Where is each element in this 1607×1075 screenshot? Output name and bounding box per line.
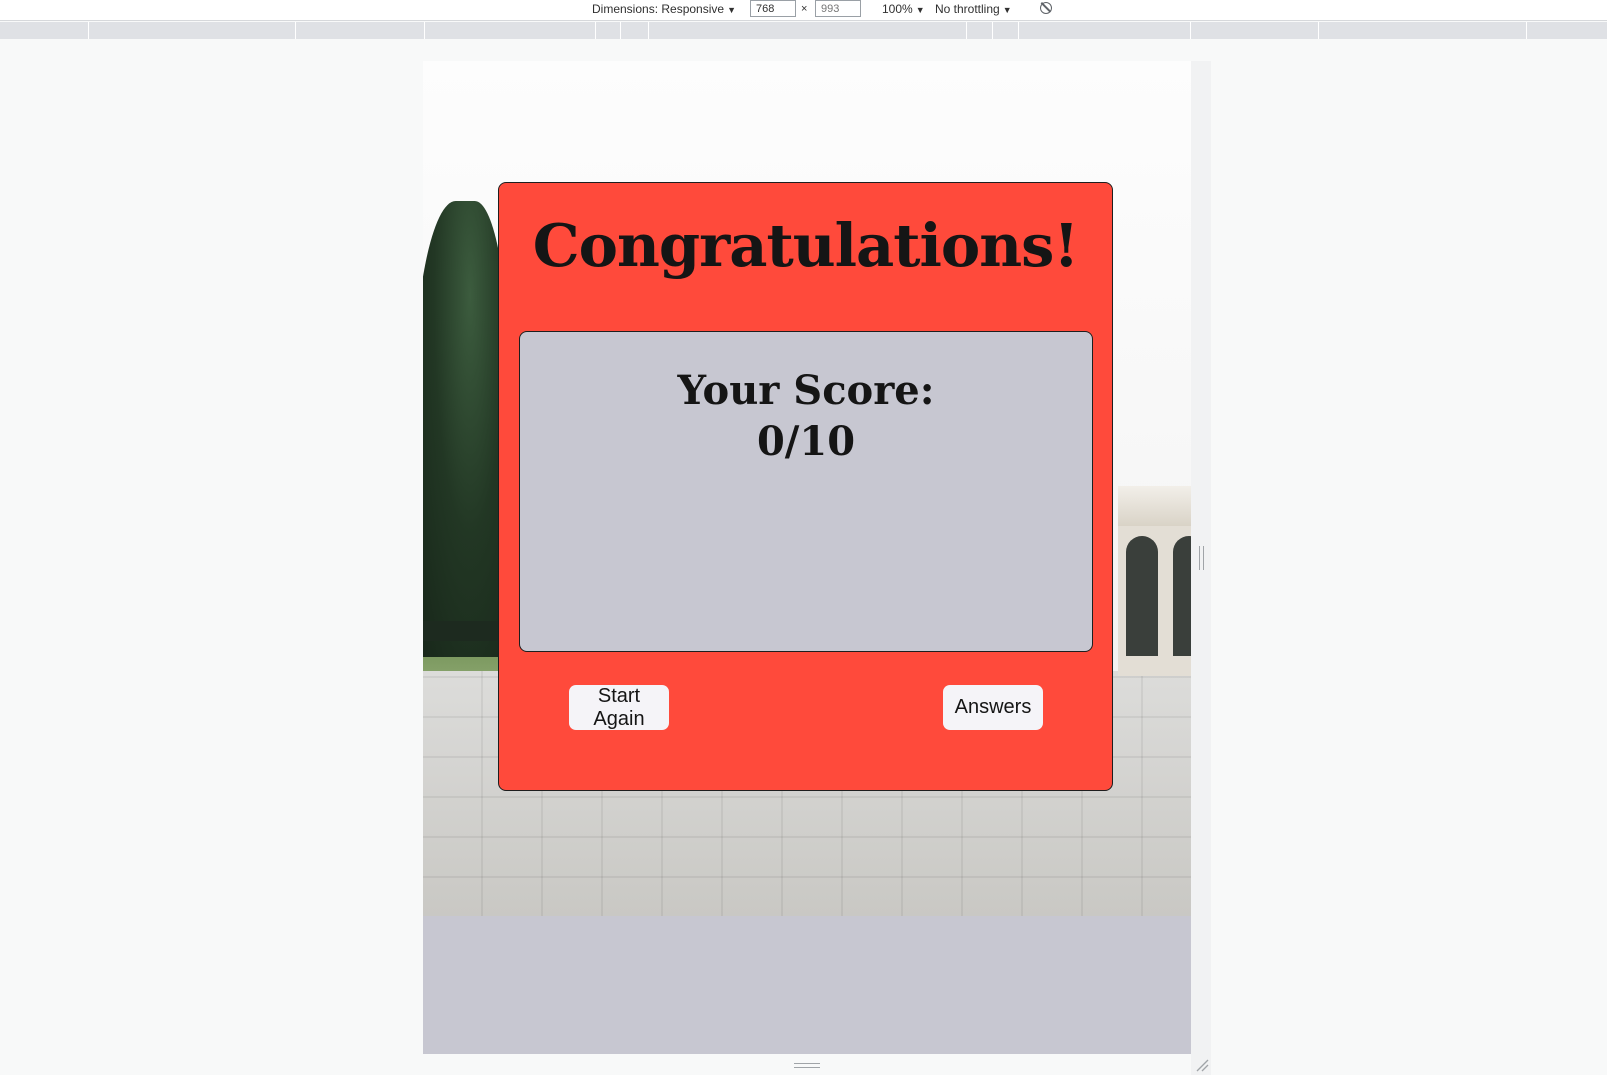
congratulations-title: Congratulations! <box>532 211 1080 280</box>
zoom-label: 100% <box>882 2 913 16</box>
resize-handle-icon[interactable] <box>794 1063 820 1068</box>
building-arches <box>1118 486 1191 676</box>
media-query-divider <box>1190 22 1191 39</box>
media-query-divider <box>424 22 425 39</box>
throttling-label: No throttling <box>935 2 1000 16</box>
score-value: 0/10 <box>756 418 856 465</box>
answers-button[interactable]: Answers <box>943 685 1043 730</box>
dimensions-dropdown[interactable]: Dimensions: Responsive ▼ <box>592 2 736 16</box>
media-query-divider <box>595 22 596 39</box>
width-input[interactable] <box>750 0 796 17</box>
throttling-dropdown[interactable]: No throttling ▼ <box>935 2 1012 16</box>
tree-image <box>423 201 508 671</box>
times-sign: × <box>801 3 808 15</box>
resize-handle-icon[interactable] <box>1199 546 1204 570</box>
result-modal: Congratulations! Your Score: 0/10 Start … <box>498 182 1113 791</box>
tree-base <box>423 621 498 641</box>
device-toolbar: Dimensions: Responsive▼ × 100%▼ No throt… <box>0 0 1607 21</box>
media-query-divider <box>1526 22 1527 39</box>
arch <box>1173 536 1191 656</box>
media-query-divider <box>992 22 993 39</box>
score-panel: Your Score: 0/10 <box>519 331 1093 652</box>
media-query-bar[interactable] <box>0 22 1607 39</box>
chevron-down-icon: ▼ <box>1002 5 1012 15</box>
media-query-divider <box>648 22 649 39</box>
media-query-divider <box>1318 22 1319 39</box>
arch <box>1126 536 1158 656</box>
zoom-dropdown[interactable]: 100% ▼ <box>882 2 925 16</box>
chevron-down-icon: ▼ <box>727 5 736 15</box>
emulated-viewport: Congratulations! Your Score: 0/10 Start … <box>423 61 1191 1054</box>
chevron-down-icon: ▼ <box>915 5 925 15</box>
dimensions-label: Dimensions: Responsive <box>592 2 725 16</box>
height-input[interactable] <box>815 0 861 17</box>
media-query-divider <box>1018 22 1019 39</box>
start-again-button[interactable]: Start Again <box>569 685 669 730</box>
media-query-divider <box>966 22 967 39</box>
media-query-divider <box>295 22 296 39</box>
rotate-icon[interactable] <box>1040 2 1052 14</box>
media-query-divider <box>88 22 89 39</box>
score-label: Your Score: <box>677 367 935 414</box>
media-query-divider <box>620 22 621 39</box>
building-roof <box>1118 486 1191 526</box>
resize-handle-icon[interactable] <box>1195 1058 1209 1072</box>
